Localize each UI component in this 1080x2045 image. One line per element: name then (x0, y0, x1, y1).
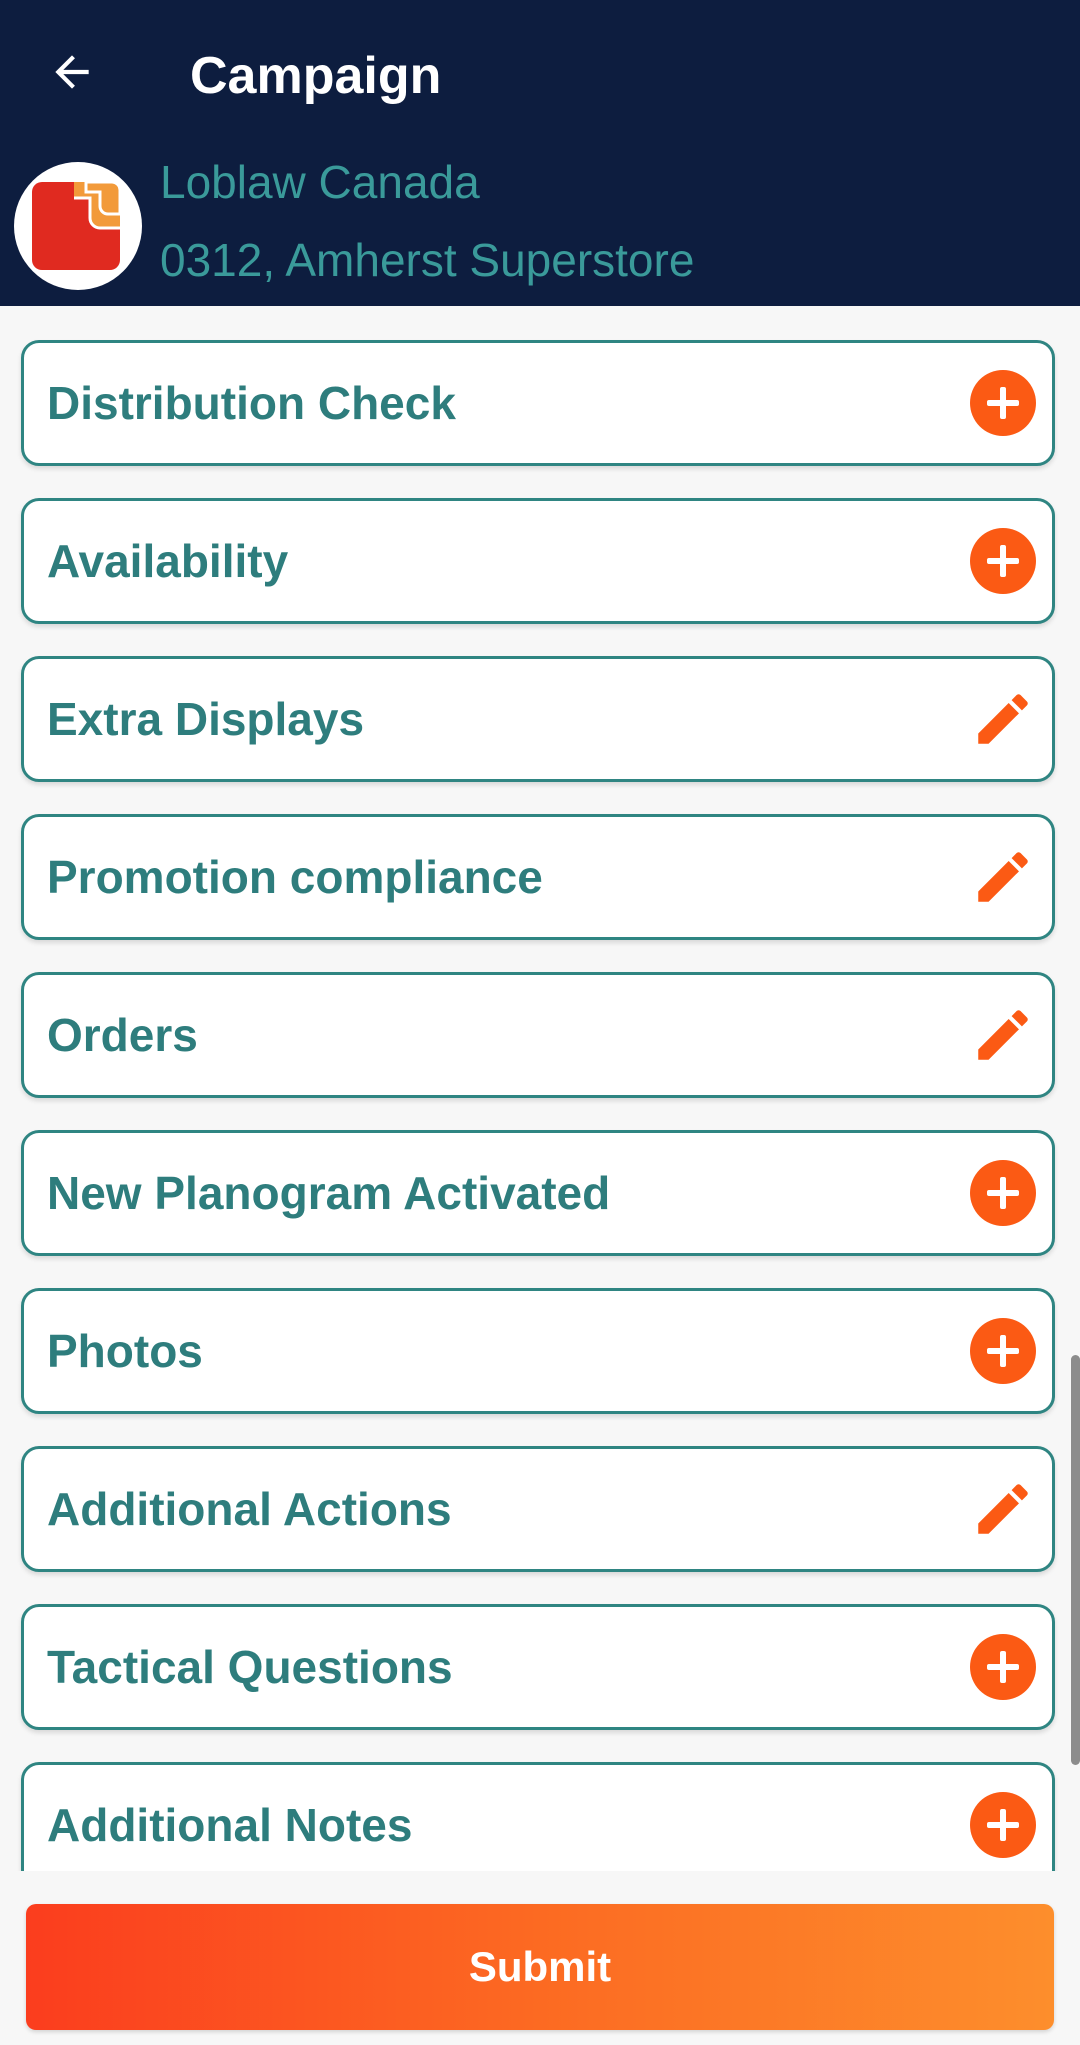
section-label: Additional Notes (47, 1799, 413, 1851)
add-circle-icon[interactable] (970, 1792, 1036, 1858)
pencil-icon[interactable] (970, 844, 1036, 910)
store-logo (14, 162, 142, 290)
section-new-planogram-activated[interactable]: New Planogram Activated (21, 1130, 1055, 1256)
page-title: Campaign (190, 47, 442, 105)
section-label: Availability (47, 535, 289, 587)
submit-button[interactable]: Submit (26, 1904, 1054, 2030)
section-label: Photos (47, 1325, 203, 1377)
arrow-left-icon (55, 55, 89, 89)
back-button[interactable] (36, 36, 108, 108)
app-header: Campaign Loblaw Canada 0312, Amherst Sup… (0, 0, 1080, 306)
section-tactical-questions[interactable]: Tactical Questions (21, 1604, 1055, 1730)
section-label: New Planogram Activated (47, 1167, 611, 1219)
pencil-icon[interactable] (970, 686, 1036, 752)
section-label: Tactical Questions (47, 1641, 453, 1693)
section-distribution-check[interactable]: Distribution Check (21, 340, 1055, 466)
store-name: Loblaw Canada (160, 156, 480, 208)
section-promotion-compliance[interactable]: Promotion compliance (21, 814, 1055, 940)
section-photos[interactable]: Photos (21, 1288, 1055, 1414)
add-circle-icon[interactable] (970, 1634, 1036, 1700)
pencil-icon[interactable] (970, 1476, 1036, 1542)
pencil-icon[interactable] (970, 1002, 1036, 1068)
add-circle-icon[interactable] (970, 1160, 1036, 1226)
section-additional-actions[interactable]: Additional Actions (21, 1446, 1055, 1572)
section-label: Orders (47, 1009, 198, 1061)
section-label: Extra Displays (47, 693, 365, 745)
section-label: Additional Actions (47, 1483, 452, 1535)
section-extra-displays[interactable]: Extra Displays (21, 656, 1055, 782)
store-address: 0312, Amherst Superstore (160, 234, 695, 286)
section-label: Promotion compliance (47, 851, 543, 903)
add-circle-icon[interactable] (970, 1318, 1036, 1384)
section-additional-notes[interactable]: Additional Notes (21, 1762, 1055, 1871)
section-label: Distribution Check (47, 377, 456, 429)
add-circle-icon[interactable] (970, 528, 1036, 594)
section-availability[interactable]: Availability (21, 498, 1055, 624)
scrollbar-thumb[interactable] (1071, 1355, 1080, 1765)
section-orders[interactable]: Orders (21, 972, 1055, 1098)
add-circle-icon[interactable] (970, 370, 1036, 436)
section-list: Distribution Check Availability Extra Di… (0, 306, 1080, 1871)
